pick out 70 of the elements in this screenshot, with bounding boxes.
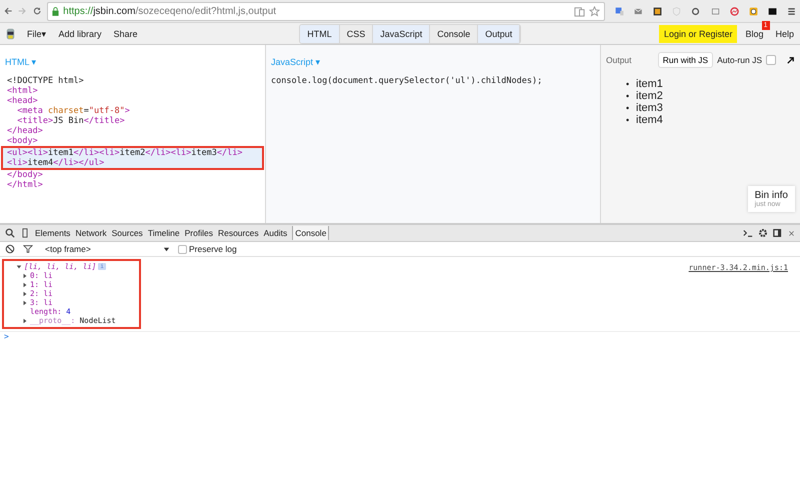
code-line: <html> (6, 86, 39, 96)
login-button[interactable]: Login or Register (658, 24, 738, 42)
code-line: console.log(document.querySelector('ul').childNodes); (271, 76, 544, 86)
code-line: </body> (6, 170, 44, 180)
chart-circle-icon[interactable] (730, 4, 739, 18)
list-item: • item4 (626, 114, 664, 126)
panel-tab[interactable]: Console (430, 24, 478, 42)
translate-icon[interactable] (615, 4, 624, 18)
popout-icon[interactable] (786, 56, 795, 64)
run-button[interactable]: Run with JS (658, 52, 714, 68)
code-line: <body> (6, 136, 39, 146)
settings-icon[interactable] (758, 228, 768, 238)
extension-icon[interactable] (653, 4, 662, 18)
devtools-tab[interactable]: Console (292, 226, 330, 240)
code-line: </head> (6, 126, 44, 136)
blog-link[interactable]: Blog (745, 28, 764, 38)
devtools-tab[interactable]: Elements (35, 226, 70, 240)
devtools-tab[interactable]: Timeline (148, 226, 180, 240)
frame-selector[interactable]: <top frame> (45, 244, 155, 254)
close-icon[interactable] (788, 230, 795, 236)
panel-tab[interactable]: Output (478, 24, 520, 42)
clear-icon[interactable] (5, 244, 15, 254)
list-item: • item1 (626, 78, 664, 90)
lock-icon (52, 6, 60, 16)
bin-info-title: Bin info (754, 190, 788, 201)
terminal-icon[interactable] (743, 228, 753, 238)
dropdown-icon[interactable] (163, 246, 170, 252)
search-extension-icon[interactable] (748, 4, 758, 18)
panel-tab[interactable]: CSS (340, 24, 374, 42)
expand-arrow-icon[interactable] (16, 264, 22, 270)
menu-item[interactable]: Share (114, 28, 138, 38)
autorun-label: Auto-run JS (717, 55, 762, 65)
url-text: https://jsbin.com/sozeceqeno/edit?html,js,output (63, 6, 276, 16)
address-bar[interactable]: https://jsbin.com/sozeceqeno/edit?html,js,output (47, 2, 606, 20)
panel-tab[interactable]: JavaScript (373, 24, 430, 42)
expand-arrow-icon[interactable] (22, 272, 28, 278)
code-line: <head> (6, 96, 39, 106)
menu-item[interactable]: Add library (58, 28, 102, 38)
devtools-tab[interactable]: Sources (112, 226, 143, 240)
page-icon[interactable] (574, 6, 586, 16)
devtools-tab[interactable]: Network (75, 226, 107, 240)
code-line: <!DOCTYPE html> (6, 76, 85, 86)
filter-icon[interactable] (23, 244, 33, 254)
dock-icon[interactable] (773, 228, 783, 238)
expand-arrow-icon[interactable] (22, 282, 28, 288)
device-icon[interactable] (20, 228, 30, 238)
expand-arrow-icon[interactable] (22, 318, 28, 324)
reload-icon[interactable] (32, 5, 42, 17)
preserve-log-label: Preserve log (189, 244, 237, 254)
panel-title: Output (606, 55, 632, 65)
panel-tab[interactable]: HTML (300, 24, 340, 42)
autorun-checkbox[interactable] (766, 55, 776, 65)
code-line: <meta charset="utf-8"> (16, 106, 131, 116)
expand-arrow-icon[interactable] (22, 290, 28, 296)
expand-arrow-icon[interactable] (22, 300, 28, 306)
devtools-tab[interactable]: Resources (218, 226, 259, 240)
code-line: </html> (6, 180, 44, 190)
star-icon[interactable] (589, 6, 600, 16)
back-icon[interactable] (4, 5, 12, 17)
console-prompt[interactable]: > (4, 332, 9, 341)
logo-icon[interactable] (6, 26, 15, 40)
menu-item[interactable]: File▾ (27, 28, 47, 38)
search-icon[interactable] (5, 228, 15, 238)
devtools-tab[interactable]: Profiles (184, 226, 213, 240)
preserve-log-checkbox[interactable] (178, 244, 187, 254)
list-item: • item2 (626, 90, 664, 102)
list-item: • item3 (626, 102, 664, 114)
devtools-tab[interactable]: Audits (264, 226, 288, 240)
code-line: <title>JS Bin</title> (16, 116, 126, 126)
help-link[interactable]: Help (776, 28, 794, 38)
